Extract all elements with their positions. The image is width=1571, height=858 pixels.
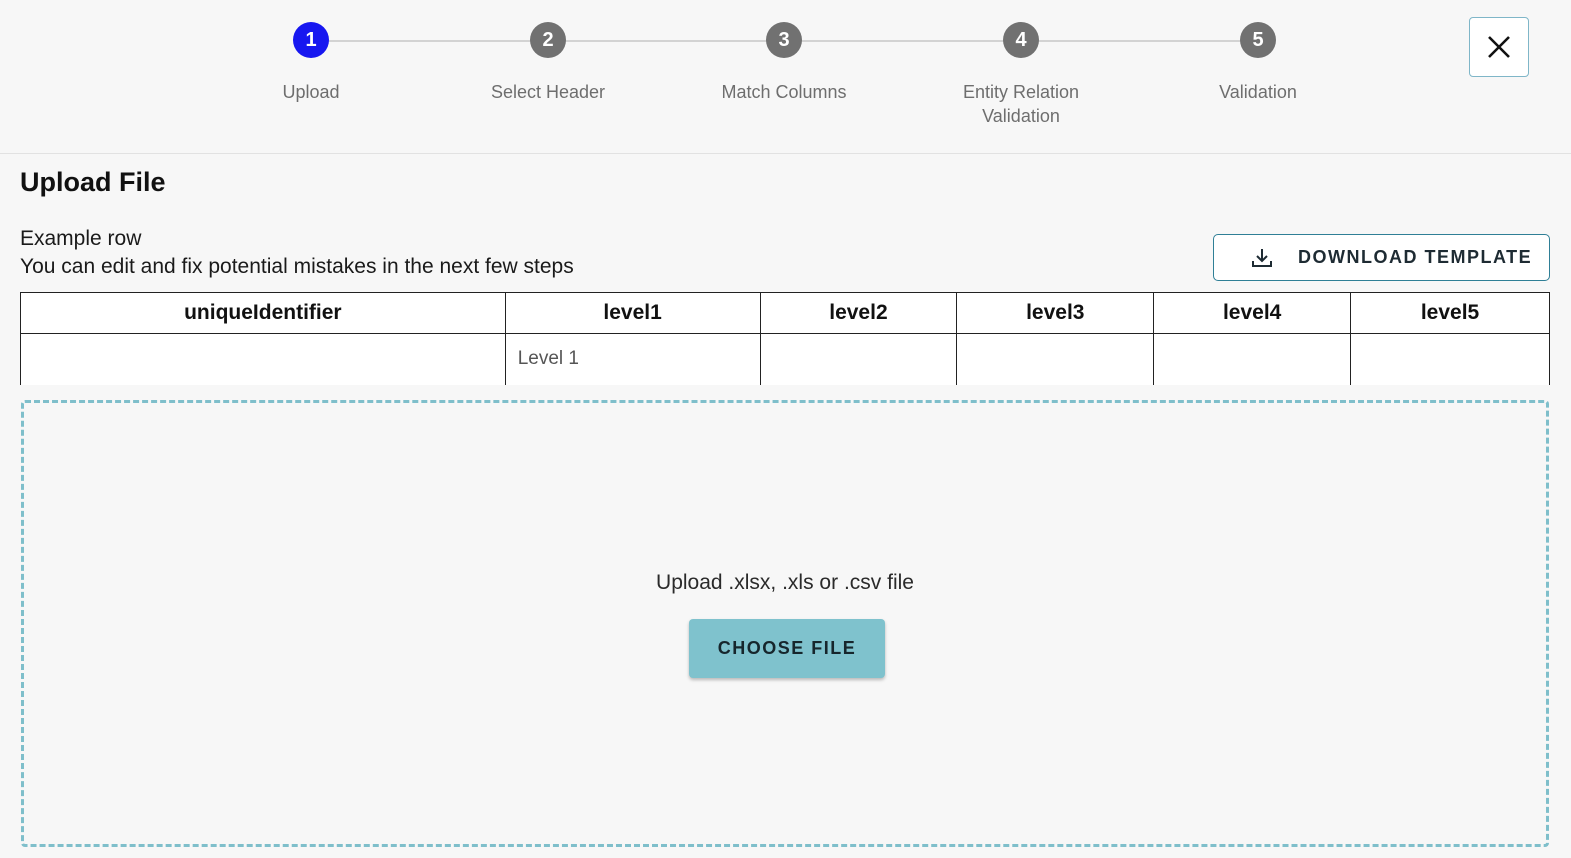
step-validation: 5 Validation [1158,22,1358,104]
step-upload: 1 Upload [211,22,411,104]
example-table: uniqueIdentifier level1 level2 level3 le… [20,292,1550,385]
step-number: 1 [293,22,329,58]
column-header: level2 [759,292,958,334]
step-number: 3 [766,22,802,58]
table-header-row: uniqueIdentifier level1 level2 level3 le… [20,292,1550,334]
dropzone-instructions: Upload .xlsx, .xls or .csv file [656,571,914,594]
close-icon [1488,36,1510,58]
step-number: 4 [1003,22,1039,58]
step-label: Validation [1219,82,1297,102]
table-cell [759,333,958,385]
step-label: Entity Relation Validation [962,82,1080,126]
example-row-hint: You can edit and fix potential mistakes … [20,255,574,278]
table-cell [956,333,1155,385]
column-header: level1 [504,292,761,334]
example-row-label: Example row [20,227,142,250]
choose-file-button[interactable]: CHOOSE FILE [689,619,885,678]
table-cell [1153,333,1352,385]
table-cell [1350,333,1550,385]
table-cell [20,333,506,385]
column-header: level5 [1350,292,1550,334]
step-label: Upload [282,82,340,102]
file-dropzone[interactable]: Upload .xlsx, .xls or .csv file CHOOSE F… [21,400,1549,847]
step-number: 2 [530,22,566,58]
download-template-label: DOWNLOAD TEMPLATE [1298,247,1533,267]
table-row: Level 1 [20,333,1550,385]
step-match-columns: 3 Match Columns [684,22,884,104]
step-entity-relation-validation: 4 Entity Relation Validation [921,22,1121,128]
step-label: Select Header [490,82,606,102]
step-select-header: 2 Select Header [448,22,648,104]
stepper-header: 1 Upload 2 Select Header 3 Match Columns… [0,0,1571,154]
close-button[interactable] [1469,17,1529,77]
step-number: 5 [1240,22,1276,58]
download-icon [1252,248,1272,267]
column-header: level3 [956,292,1155,334]
column-header: level4 [1153,292,1352,334]
page-title: Upload File [20,167,166,197]
step-label: Match Columns [721,82,847,102]
table-cell: Level 1 [504,333,761,385]
download-template-button[interactable]: DOWNLOAD TEMPLATE [1213,234,1550,281]
column-header: uniqueIdentifier [20,292,506,334]
